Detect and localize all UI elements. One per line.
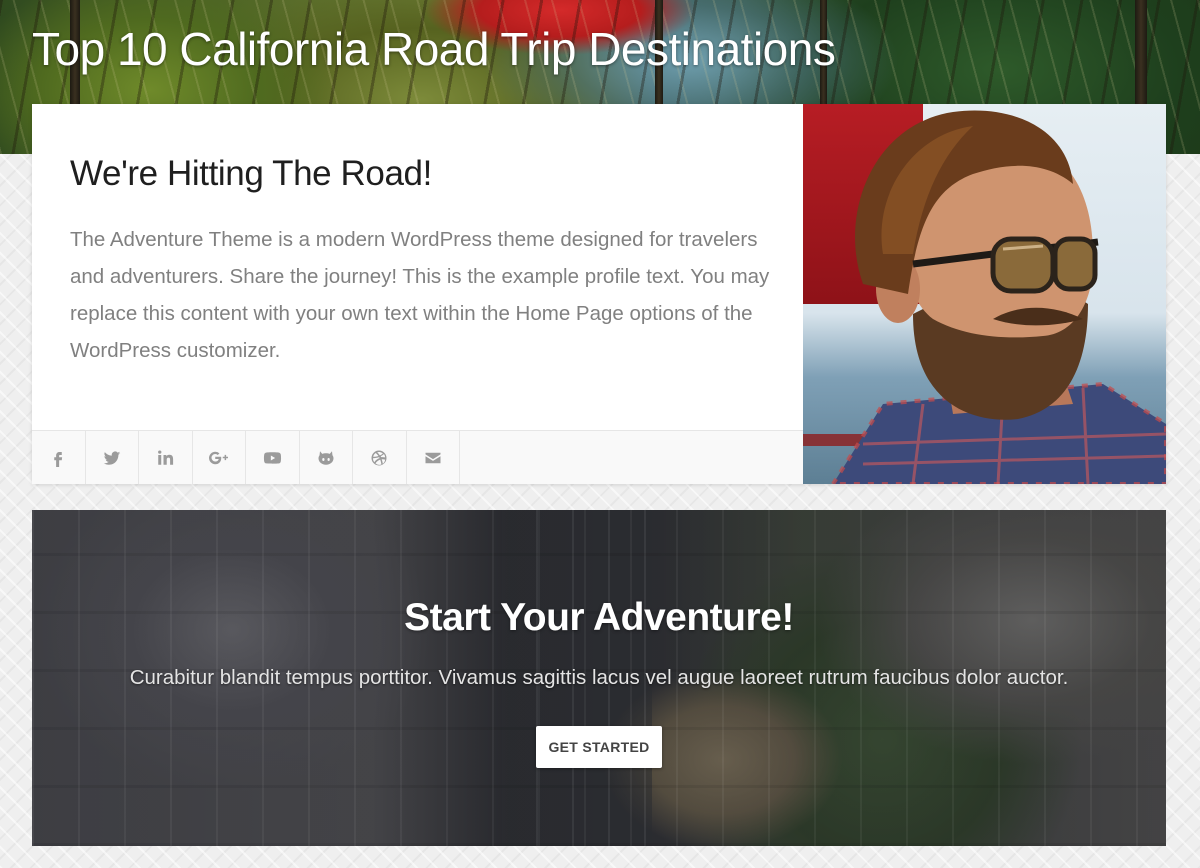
linkedin-icon (158, 450, 174, 465)
facebook-icon (54, 451, 63, 467)
get-started-button[interactable]: GET STARTED (536, 726, 662, 768)
email-link[interactable] (407, 431, 460, 484)
youtube-link[interactable] (246, 431, 300, 484)
google-plus-icon (208, 451, 228, 464)
github-icon (318, 450, 334, 465)
bearded-man-photo (830, 110, 1166, 484)
facebook-link[interactable] (32, 431, 86, 484)
profile-photo (803, 104, 1166, 484)
twitter-icon (103, 450, 120, 465)
page-title: Top 10 California Road Trip Destinations (32, 23, 836, 75)
call-to-action-banner: Start Your Adventure! Curabitur blandit … (32, 510, 1166, 846)
linkedin-link[interactable] (139, 431, 193, 484)
profile-heading: We're Hitting The Road! (70, 154, 432, 193)
profile-body: The Adventure Theme is a modern WordPres… (70, 228, 770, 362)
profile-content: We're Hitting The Road! The Adventure Th… (32, 104, 803, 484)
twitter-link[interactable] (86, 431, 139, 484)
dribbble-link[interactable] (353, 431, 407, 484)
github-link[interactable] (300, 431, 353, 484)
profile-card: We're Hitting The Road! The Adventure Th… (32, 104, 1166, 484)
google-plus-link[interactable] (193, 431, 246, 484)
youtube-icon (263, 451, 281, 464)
email-icon (425, 452, 441, 463)
dribbble-icon (371, 450, 387, 465)
cta-title: Start Your Adventure! (404, 596, 794, 639)
social-links-bar (32, 430, 803, 484)
cta-text: Curabitur blandit tempus porttitor. Viva… (129, 666, 1069, 689)
